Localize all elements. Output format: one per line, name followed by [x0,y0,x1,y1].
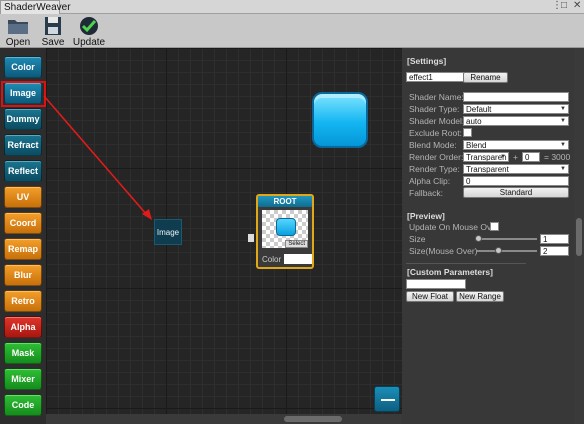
size-mouse-over-slider[interactable] [477,250,537,252]
shader-name-input[interactable] [463,92,569,102]
palette-button-dummy[interactable]: Dummy [4,108,42,130]
size-mouse-over-slider-knob[interactable] [495,247,502,254]
exclude-root-label: Exclude Root: [409,128,462,138]
root-texture-thumbnail [276,218,296,236]
save-label: Save [41,37,65,48]
custom-parameter-name-input[interactable] [406,279,466,289]
floppy-disk-icon [45,17,61,35]
settings-panel: [Settings] effect1 Rename Shader Name: S… [402,48,574,424]
shader-model-value: auto [466,117,482,126]
folder-icon [8,20,28,34]
render-order-select[interactable]: Transparen ▼ [463,152,509,162]
shader-type-label: Shader Type: [409,104,460,114]
dropdown-arrow-icon: ▼ [500,154,506,160]
new-float-button[interactable]: New Float [406,291,454,302]
update-on-mouse-over-checkbox[interactable] [490,222,499,231]
shader-name-label: Shader Name: [409,92,464,102]
panel-vertical-scrollbar[interactable] [574,48,584,424]
blend-mode-select[interactable]: Blend ▼ [463,140,569,150]
preview-heading: [Preview] [407,211,445,221]
shader-type-value: Default [466,105,492,114]
palette-button-uv[interactable]: UV [4,186,42,208]
size-mouse-over-label: Size(Mouse Over) [409,246,478,256]
size-input[interactable]: 1 [540,234,569,244]
node-canvas[interactable]: Image ROOT Select Color [46,48,402,414]
palette-button-retro[interactable]: Retro [4,290,42,312]
rename-button[interactable]: Rename [463,72,508,83]
root-color-swatch[interactable] [284,254,312,264]
shader-model-select[interactable]: auto ▼ [463,116,569,126]
root-texture-preview: Select [262,210,308,248]
image-node[interactable]: Image [154,219,182,245]
canvas-horizontal-scrollbar[interactable] [46,414,402,424]
update-label: Update [72,37,106,48]
palette-button-alpha[interactable]: Alpha [4,316,42,338]
root-input-port[interactable] [248,234,254,242]
dropdown-arrow-icon: ▼ [560,142,566,148]
palette-button-remap[interactable]: Remap [4,238,42,260]
window-tab[interactable]: ShaderWeaver [0,0,71,15]
update-button[interactable]: Update [71,16,107,48]
root-select-button[interactable]: Select [285,240,308,248]
palette-button-mask[interactable]: Mask [4,342,42,364]
blend-mode-value: Blend [466,141,487,150]
effect-name-input[interactable]: effect1 [406,72,464,82]
window-titlebar: ShaderWeaver ⋮ □ ✕ [0,0,584,15]
root-node-title: ROOT [258,196,312,207]
settings-heading: [Settings] [407,56,447,66]
highlight-annotation [1,81,46,107]
dropdown-arrow-icon: ▼ [560,118,566,124]
render-type-label: Render Type: [409,164,460,174]
alpha-clip-input[interactable]: 0 [463,176,569,186]
size-mouse-over-input[interactable]: 2 [540,246,569,256]
size-slider-knob[interactable] [475,235,482,242]
open-label: Open [5,37,31,48]
render-order-label: Render Order: [409,152,464,162]
palette-button-coord[interactable]: Coord [4,212,42,234]
checkmark-icon [80,17,98,35]
root-color-label: Color [262,255,282,264]
open-button[interactable]: Open [0,16,36,48]
size-slider[interactable] [477,238,537,240]
dropdown-arrow-icon: ▼ [560,106,566,112]
update-on-mouse-over-label: Update On Mouse Over [409,222,499,232]
maximize-icon[interactable]: □ [561,0,567,11]
canvas-scroll-thumb[interactable] [284,416,342,422]
palette-button-reflect[interactable]: Reflect [4,160,42,182]
palette-button-color[interactable]: Color [4,56,42,78]
palette-button-code[interactable]: Code [4,394,42,416]
blend-mode-label: Blend Mode: [409,140,457,150]
toolbar: Open Save Update [0,14,584,48]
palette-button-blur[interactable]: Blur [4,264,42,286]
shader-model-label: Shader Model: [409,116,465,126]
new-range-button[interactable]: New Range [456,291,504,302]
collapse-button[interactable] [374,386,400,412]
custom-parameters-heading: [Custom Parameters] [407,267,493,277]
shader-preview [312,92,368,148]
alpha-clip-label: Alpha Clip: [409,176,451,186]
render-order-total: = 3000 [544,152,571,162]
section-divider [406,263,526,264]
render-order-plus: + [513,152,518,162]
fallback-button[interactable]: Standard [463,187,569,198]
render-type-value: Transparent [466,165,509,174]
size-label: Size [409,234,426,244]
panel-scroll-thumb[interactable] [576,218,582,256]
exclude-root-checkbox[interactable] [463,128,472,137]
palette-button-mixer[interactable]: Mixer [4,368,42,390]
minus-icon [381,399,395,401]
render-order-offset-input[interactable]: 0 [522,152,540,162]
dropdown-arrow-icon: ▼ [560,166,566,172]
palette-button-refract[interactable]: Refract [4,134,42,156]
root-node[interactable]: ROOT Select Color [256,194,314,269]
save-button[interactable]: Save [35,16,71,48]
render-type-select[interactable]: Transparent ▼ [463,164,569,174]
close-icon[interactable]: ✕ [573,0,581,11]
shader-type-select[interactable]: Default ▼ [463,104,569,114]
fallback-label: Fallback: [409,188,444,198]
